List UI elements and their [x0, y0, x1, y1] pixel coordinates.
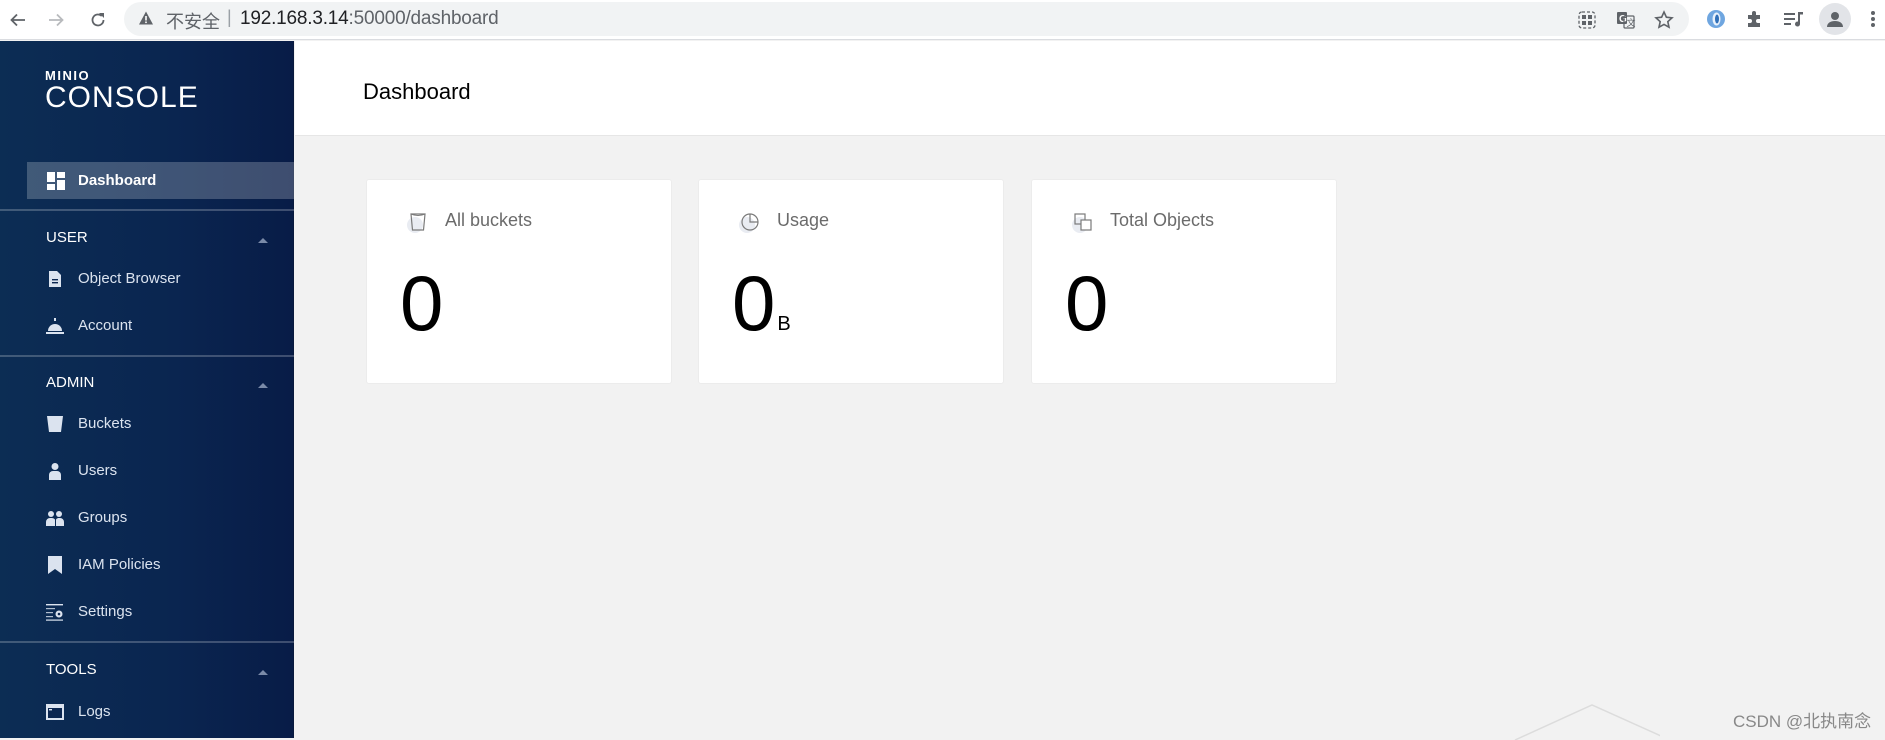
sidebar: MINIO CONSOLE Dashboard USER Object Brow… [0, 41, 294, 738]
back-icon [10, 13, 25, 27]
extensions-puzzle-icon [1748, 11, 1760, 27]
bookmark-star-icon [1654, 10, 1674, 29]
apps-grid-icon [1578, 11, 1596, 29]
card-title: Usage [777, 210, 830, 230]
sidebar-item-label: Groups [78, 509, 128, 526]
card-value-number: 0 [1065, 259, 1109, 347]
svg-text:文: 文 [1627, 17, 1636, 28]
bookmark-icon [48, 556, 62, 574]
more-menu-button[interactable] [1860, 6, 1885, 32]
security-label[interactable]: 不安全 [166, 8, 220, 34]
sidebar-divider [0, 209, 294, 211]
chevron-up-icon[interactable] [258, 237, 268, 243]
url-text[interactable]: 192.168.3.14:50000/dashboard [240, 8, 499, 30]
sidebar-divider [0, 641, 294, 643]
back-button[interactable] [4, 6, 32, 34]
section-header-user[interactable]: USER [46, 229, 88, 246]
sidebar-item-label: Buckets [78, 415, 132, 432]
sidebar-item-dashboard[interactable]: Dashboard [27, 162, 294, 199]
card-value-number: 0 [732, 259, 776, 347]
card-value-number: 0 [400, 259, 444, 347]
stat-card-usage: Usage 0B [698, 179, 1004, 384]
forward-button[interactable] [42, 6, 70, 34]
pie-chart-icon [739, 213, 759, 233]
dashboard-icon [47, 172, 65, 190]
extension-orb-icon [1707, 10, 1725, 28]
sidebar-item-users[interactable]: Users [0, 453, 294, 489]
extensions-button[interactable] [1742, 6, 1768, 32]
bucket-icon [407, 213, 426, 233]
sidebar-item-label: Users [78, 462, 118, 479]
stat-card-total-objects: Total Objects 0 [1031, 179, 1337, 384]
watermark: CSDN @北执南念 [1733, 712, 1872, 731]
address-bar[interactable]: 不安全 | 192.168.3.14:50000/dashboard G文 [124, 2, 1689, 36]
forward-icon [49, 13, 64, 27]
sidebar-item-label: IAM Policies [78, 556, 161, 573]
section-header-tools[interactable]: TOOLS [46, 661, 97, 678]
sidebar-item-settings[interactable]: Settings [0, 594, 294, 630]
reload-icon [91, 13, 105, 27]
user-icon [49, 463, 61, 480]
profile-icon [1827, 12, 1843, 27]
sidebar-item-iam-policies[interactable]: IAM Policies [0, 547, 294, 583]
sidebar-item-label: Object Browser [78, 270, 181, 287]
sidebar-item-account[interactable]: Account [0, 308, 294, 344]
page-header: Dashboard [295, 41, 1885, 136]
sidebar-item-object-browser[interactable]: Object Browser [0, 261, 294, 297]
url-separator: | [227, 7, 232, 27]
groups-icon [46, 511, 64, 526]
sidebar-item-buckets[interactable]: Buckets [0, 406, 294, 442]
bookmark-button[interactable] [1653, 9, 1675, 31]
card-value: 0 [400, 258, 445, 369]
more-menu-icon [1871, 11, 1875, 27]
reload-button[interactable] [84, 6, 112, 34]
section-header-admin[interactable]: ADMIN [46, 374, 94, 391]
background-decoration [1514, 704, 1660, 740]
url-path: :50000/dashboard [348, 8, 499, 29]
sidebar-item-label: Account [78, 317, 133, 334]
card-value-unit: B [777, 313, 791, 335]
sidebar-divider [0, 355, 294, 357]
profile-button[interactable] [1819, 3, 1851, 35]
minio-console-logo[interactable]: MINIO CONSOLE [45, 69, 199, 113]
sidebar-item-groups[interactable]: Groups [0, 500, 294, 536]
translate-icon: G文 [1617, 12, 1636, 29]
chevron-up-icon[interactable] [258, 382, 268, 388]
settings-icon [46, 604, 63, 621]
warning-icon [139, 11, 153, 25]
card-value: 0 [1065, 258, 1110, 369]
extension-orb-button[interactable] [1703, 6, 1729, 32]
card-value: 0B [732, 258, 791, 369]
page-title: Dashboard [363, 79, 471, 104]
media-controls-button[interactable] [1781, 6, 1807, 32]
chevron-up-icon[interactable] [258, 669, 268, 675]
browser-toolbar: 不安全 | 192.168.3.14:50000/dashboard G文 [0, 0, 1885, 40]
media-playlist-icon [1784, 12, 1803, 27]
url-host: 192.168.3.14 [240, 8, 349, 29]
sidebar-item-logs[interactable]: Logs [0, 694, 294, 730]
sidebar-item-label: Logs [78, 703, 111, 720]
objects-icon [1072, 213, 1092, 233]
stat-card-all-buckets: All buckets 0 [366, 179, 672, 384]
sidebar-item-label: Settings [78, 603, 133, 620]
logo-console-text: CONSOLE [45, 81, 199, 114]
apps-grid-button[interactable] [1576, 9, 1598, 31]
terminal-window-icon [46, 704, 64, 720]
file-icon [49, 271, 61, 287]
sidebar-item-label: Dashboard [78, 172, 157, 189]
card-title: Total Objects [1110, 210, 1215, 230]
bell-service-icon [46, 318, 64, 334]
translate-button[interactable]: G文 [1615, 9, 1637, 31]
bucket-icon [47, 416, 63, 432]
card-title: All buckets [445, 210, 533, 230]
